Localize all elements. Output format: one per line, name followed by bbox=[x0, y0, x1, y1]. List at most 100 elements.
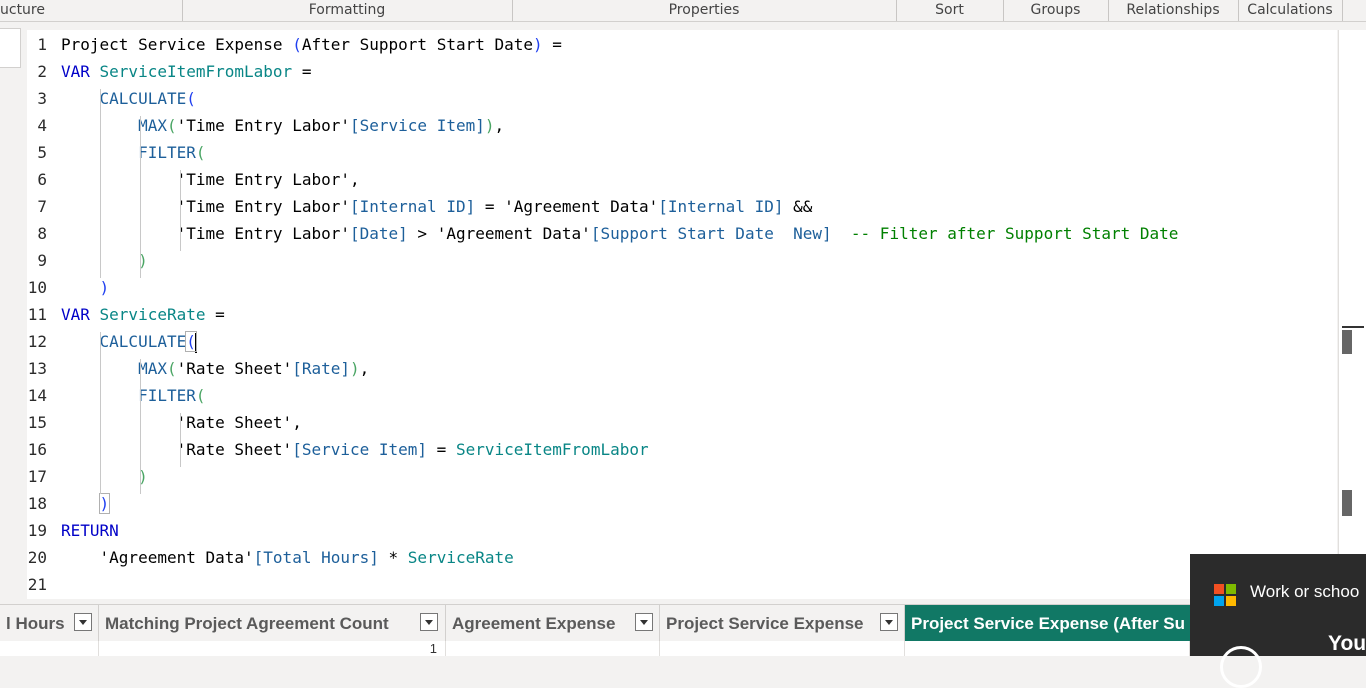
code-line[interactable]: 17 ) bbox=[27, 463, 148, 490]
line-number: 14 bbox=[27, 386, 47, 405]
code-line[interactable]: 10 ) bbox=[27, 274, 109, 301]
code-line[interactable]: 13 MAX('Rate Sheet'[Rate]), bbox=[27, 355, 370, 382]
code-token: 'Time Entry Labor' bbox=[176, 197, 350, 216]
code-token: [Total Hours] bbox=[253, 548, 379, 567]
table-cell bbox=[660, 641, 905, 656]
code-token: = bbox=[292, 62, 312, 81]
code-text: VAR ServiceRate = bbox=[61, 305, 225, 324]
column-filter-dropdown-icon[interactable] bbox=[420, 613, 438, 631]
indent-guide bbox=[100, 89, 101, 278]
code-token: RETURN bbox=[61, 521, 119, 540]
indent-guide bbox=[140, 116, 141, 278]
code-line[interactable]: 11 VAR ServiceRate = bbox=[27, 301, 225, 328]
ribbon-group-sort: Sort bbox=[896, 0, 1004, 21]
column-header-project-service-expense[interactable]: Project Service Expense bbox=[660, 605, 905, 642]
code-text: RETURN bbox=[61, 521, 119, 540]
column-filter-dropdown-icon[interactable] bbox=[635, 613, 653, 631]
code-token: [Internal ID] bbox=[658, 197, 784, 216]
column-header-label: Matching Project Agreement Count bbox=[105, 614, 389, 633]
code-line[interactable]: 3 CALCULATE( bbox=[27, 85, 196, 112]
ribbon-group-bar: ucture Formatting Properties Sort Groups… bbox=[0, 0, 1366, 22]
code-text: 'Time Entry Labor'[Internal ID] = 'Agree… bbox=[61, 197, 813, 216]
ribbon-group-properties: Properties bbox=[512, 0, 897, 21]
code-text: 'Time Entry Labor'[Date] > 'Agreement Da… bbox=[61, 224, 1179, 243]
code-line[interactable]: 18 ) bbox=[27, 490, 111, 517]
code-text: CALCULATE( bbox=[61, 331, 197, 353]
line-number: 8 bbox=[37, 224, 47, 243]
code-line[interactable]: 16 'Rate Sheet'[Service Item] = ServiceI… bbox=[27, 436, 649, 463]
code-line[interactable]: 12 CALCULATE( bbox=[27, 328, 197, 355]
column-header-label: Agreement Expense bbox=[452, 614, 616, 633]
table-cell bbox=[446, 641, 660, 656]
code-text: MAX('Rate Sheet'[Rate]), bbox=[61, 359, 369, 378]
sign-in-toast[interactable]: Work or schoo You bbox=[1190, 554, 1366, 688]
scrollbar-cursor-marker bbox=[1342, 326, 1364, 328]
code-line[interactable]: 2 VAR ServiceItemFromLabor = bbox=[27, 58, 311, 85]
line-number: 12 bbox=[27, 332, 47, 351]
code-text: CALCULATE( bbox=[61, 89, 196, 108]
code-line[interactable]: 14 FILTER( bbox=[27, 382, 206, 409]
code-token: = bbox=[205, 305, 225, 324]
code-text: 'Agreement Data'[Total Hours] * ServiceR… bbox=[61, 548, 514, 567]
code-line[interactable]: 15 'Rate Sheet', bbox=[27, 409, 302, 436]
column-header-agreement-expense[interactable]: Agreement Expense bbox=[446, 605, 660, 642]
code-text: 'Time Entry Labor', bbox=[61, 170, 360, 189]
code-line[interactable]: 1 Project Service Expense (After Support … bbox=[27, 31, 562, 58]
line-number: 21 bbox=[27, 575, 47, 594]
code-token: 'Time Entry Labor' bbox=[176, 224, 350, 243]
line-number: 2 bbox=[37, 62, 47, 81]
code-line[interactable]: 7 'Time Entry Labor'[Internal ID] = 'Agr… bbox=[27, 193, 812, 220]
line-number: 5 bbox=[37, 143, 47, 162]
formula-bar-check-area[interactable] bbox=[0, 28, 21, 68]
code-token: = bbox=[542, 35, 562, 54]
code-text: VAR ServiceItemFromLabor = bbox=[61, 62, 311, 81]
code-line[interactable]: 8 'Time Entry Labor'[Date] > 'Agreement … bbox=[27, 220, 1178, 247]
code-token: 'Agreement Data' bbox=[99, 548, 254, 567]
code-line[interactable]: 5 FILTER( bbox=[27, 139, 205, 166]
indent-guide bbox=[180, 413, 181, 467]
code-text: FILTER( bbox=[61, 143, 205, 162]
indent-guide bbox=[100, 332, 101, 494]
code-line[interactable]: 21 bbox=[27, 571, 61, 598]
code-token: 'Rate Sheet' bbox=[176, 359, 293, 378]
code-text: 'Rate Sheet'[Service Item] = ServiceItem… bbox=[61, 440, 649, 459]
column-header-label: Project Service Expense bbox=[666, 614, 864, 633]
code-line[interactable]: 19 RETURN bbox=[27, 517, 119, 544]
code-token: After Support Start Date bbox=[301, 35, 534, 54]
code-token: ( bbox=[166, 359, 177, 378]
code-text: MAX('Time Entry Labor'[Service Item]), bbox=[61, 116, 504, 135]
code-line[interactable]: 9 ) bbox=[27, 247, 147, 274]
toast-subtitle: You bbox=[1328, 632, 1366, 655]
code-line[interactable]: 4 MAX('Time Entry Labor'[Service Item]), bbox=[27, 112, 504, 139]
line-number: 17 bbox=[27, 467, 47, 486]
code-token: > bbox=[407, 224, 437, 243]
account-avatar-icon bbox=[1220, 646, 1262, 688]
code-token: , bbox=[292, 413, 302, 432]
left-strip bbox=[0, 27, 26, 599]
ribbon-group-relationships: Relationships bbox=[1108, 0, 1239, 21]
code-line[interactable]: 20 'Agreement Data'[Total Hours] * Servi… bbox=[27, 544, 514, 571]
ribbon-group-structure: ucture bbox=[0, 0, 183, 21]
line-number: 4 bbox=[37, 116, 47, 135]
code-token: = bbox=[475, 197, 505, 216]
dax-formula-editor[interactable]: 1 Project Service Expense (After Support … bbox=[27, 30, 1337, 599]
code-token: Project Service Expense bbox=[61, 35, 293, 54]
code-token: ( bbox=[186, 89, 196, 108]
column-header-matching-project-agreement-count[interactable]: Matching Project Agreement Count bbox=[99, 605, 446, 642]
line-number: 15 bbox=[27, 413, 47, 432]
toast-title: Work or schoo bbox=[1250, 582, 1360, 601]
code-token: ) bbox=[350, 359, 360, 378]
code-token: -- Filter after Support Start Date bbox=[831, 224, 1179, 243]
scrollbar-thumb-marker[interactable] bbox=[1342, 330, 1352, 354]
column-header-label: l Hours bbox=[6, 614, 65, 633]
code-token: [Service Item] bbox=[292, 440, 428, 459]
code-line[interactable]: 6 'Time Entry Labor', bbox=[27, 166, 360, 193]
column-filter-dropdown-icon[interactable] bbox=[74, 613, 92, 631]
code-token: ( bbox=[166, 116, 177, 135]
line-number: 19 bbox=[27, 521, 47, 540]
column-filter-dropdown-icon[interactable] bbox=[880, 613, 898, 631]
